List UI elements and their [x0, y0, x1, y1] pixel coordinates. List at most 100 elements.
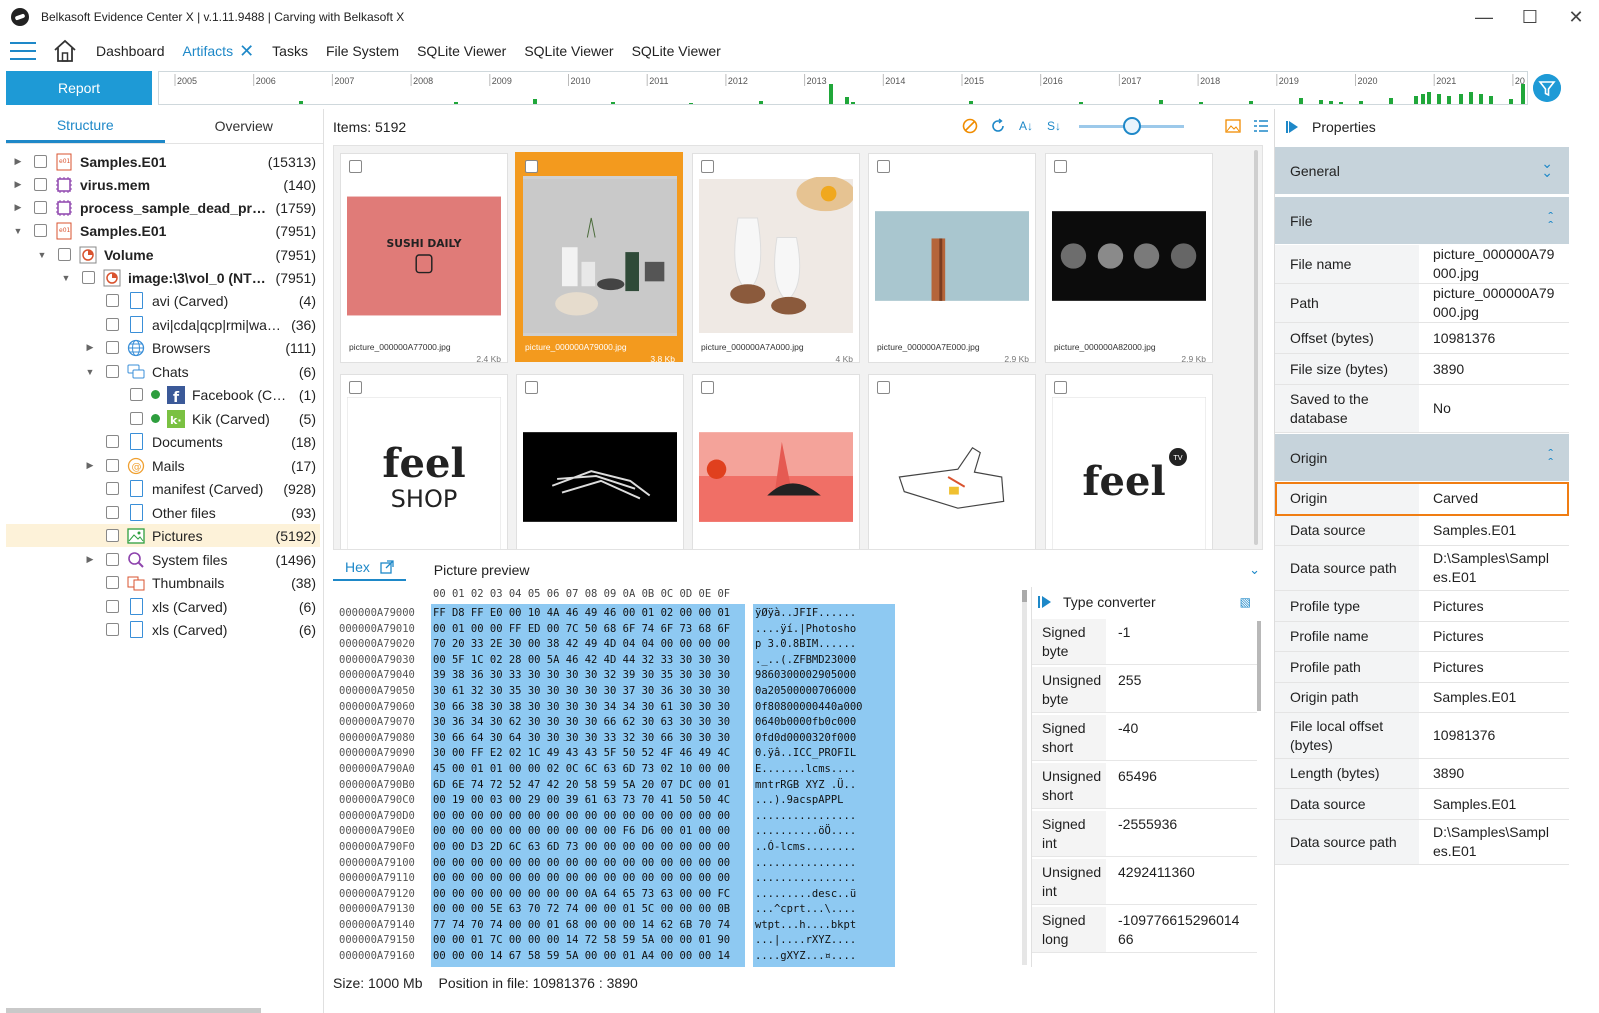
tree-item[interactable]: ▼ e01 Samples.E01 (7951)	[6, 219, 320, 242]
tree-item[interactable]: ▶ Browsers (111)	[6, 336, 320, 359]
checkbox[interactable]	[701, 160, 714, 173]
checkbox[interactable]	[106, 529, 119, 542]
thumbnail-card[interactable]	[692, 374, 860, 549]
tree-item[interactable]: ▶ e01 Samples.E01 (15313)	[6, 150, 320, 173]
checkbox[interactable]	[106, 294, 119, 307]
thumbnail-card[interactable]: picture_000000A7E000.jpg 2.9 Kb	[868, 153, 1036, 364]
checkbox[interactable]	[58, 248, 71, 261]
gallery-scrollbar[interactable]	[1254, 150, 1258, 545]
checkbox[interactable]	[106, 435, 119, 448]
checkbox[interactable]	[106, 482, 119, 495]
checkbox[interactable]	[34, 155, 47, 168]
tree-item[interactable]: xls (Carved) (6)	[6, 595, 320, 618]
close-icon[interactable]: ✕	[1553, 0, 1599, 34]
tree-item[interactable]: ▼ Chats (6)	[6, 360, 320, 383]
thumbnail-card[interactable]: SUSHI DAILY picture_000000A77000.jpg 2.4…	[340, 153, 508, 364]
list-view-icon[interactable]	[1252, 117, 1270, 135]
tab-tasks[interactable]: Tasks	[272, 43, 308, 59]
tab-sqlite-viewer-2[interactable]: SQLite Viewer	[524, 43, 613, 59]
section-general[interactable]: General ⌄ ⌄	[1275, 147, 1569, 194]
tab-overview[interactable]: Overview	[165, 109, 324, 143]
thumbnail-card[interactable]: feel SHOP	[340, 374, 508, 549]
clear-filter-icon[interactable]	[961, 117, 979, 135]
checkbox[interactable]	[106, 553, 119, 566]
section-origin[interactable]: Origin ˆ ˆ	[1275, 434, 1569, 481]
checkbox[interactable]	[34, 178, 47, 191]
minimize-icon[interactable]: —	[1461, 0, 1507, 34]
checkbox[interactable]	[106, 365, 119, 378]
filter-icon[interactable]	[1533, 74, 1561, 102]
tree-item[interactable]: Other files (93)	[6, 501, 320, 524]
checkbox[interactable]	[525, 381, 538, 394]
checkbox[interactable]	[130, 388, 143, 401]
collapse-panel-icon[interactable]	[1286, 121, 1298, 133]
checkbox[interactable]	[106, 341, 119, 354]
tree-item[interactable]: ▼ image:\3\vol_0 (NTFS) (7951)	[6, 266, 320, 289]
expand-arrow-icon[interactable]: ▶	[12, 202, 24, 213]
checkbox[interactable]	[1054, 381, 1067, 394]
type-converter-scrollbar[interactable]	[1257, 621, 1261, 711]
checkbox[interactable]	[877, 160, 890, 173]
tree-item[interactable]: ▶ virus.mem (140)	[6, 173, 320, 196]
tree-item[interactable]: avi|cda|qcp|rmi|wav|... (36)	[6, 313, 320, 336]
tab-file-system[interactable]: File System	[326, 43, 399, 59]
hex-viewer[interactable]: 00 01 02 03 04 05 06 07 08 09 0A 0B 0C 0…	[333, 587, 1028, 967]
timeline[interactable]: 2005 2006 2007 2008 2009 2010 2011 2012 2013 2014…	[158, 71, 1528, 105]
tree-item[interactable]: Documents (18)	[6, 430, 320, 453]
zoom-slider[interactable]	[1079, 116, 1184, 135]
horizontal-scrollbar[interactable]	[6, 1008, 261, 1013]
collapse-arrow-icon[interactable]: ▼	[36, 250, 48, 260]
tab-dashboard[interactable]: Dashboard	[96, 43, 165, 59]
tree-item[interactable]: xls (Carved) (6)	[6, 618, 320, 641]
tab-structure[interactable]: Structure	[6, 109, 165, 143]
thumbnail-card-selected[interactable]: picture_000000A79000.jpg 3.8 Kb	[515, 152, 683, 364]
tab-artifacts[interactable]: Artifacts ✕	[183, 42, 255, 60]
tree-item[interactable]: Thumbnails (38)	[6, 571, 320, 594]
tree-item[interactable]: avi (Carved) (4)	[6, 289, 320, 312]
tab-sqlite-viewer-1[interactable]: SQLite Viewer	[417, 43, 506, 59]
checkbox[interactable]	[106, 506, 119, 519]
tree-item[interactable]: ▼ Volume (7951)	[6, 243, 320, 266]
checkbox[interactable]	[106, 576, 119, 589]
hex-scrollbar[interactable]	[1022, 590, 1027, 965]
tree-item[interactable]: ▶ process_sample_dead_proces...(1759)	[6, 196, 320, 219]
expand-arrow-icon[interactable]: ▶	[84, 554, 96, 565]
home-icon[interactable]	[52, 38, 78, 64]
zoom-slider-thumb[interactable]	[1123, 116, 1141, 135]
checkbox[interactable]	[106, 318, 119, 331]
checkbox[interactable]	[525, 160, 538, 173]
thumbnail-card[interactable]: picture_000000A7A000.jpg 4 Kb	[692, 153, 860, 364]
collapse-arrow-icon[interactable]: ▼	[84, 367, 96, 377]
expand-arrow-icon[interactable]: ▶	[12, 156, 24, 167]
thumbnail-card[interactable]: picture_000000A82000.jpg 2.9 Kb	[1045, 153, 1213, 364]
gallery-view-icon[interactable]	[1224, 117, 1242, 135]
collapse-arrow-icon[interactable]: ▼	[60, 273, 72, 283]
checkbox[interactable]	[34, 201, 47, 214]
checkbox[interactable]	[106, 623, 119, 636]
expand-arrow-icon[interactable]: ▶	[84, 342, 96, 353]
checkbox[interactable]	[1054, 160, 1067, 173]
tree-item[interactable]: manifest (Carved) (928)	[6, 477, 320, 500]
checkbox[interactable]	[349, 160, 362, 173]
checkbox[interactable]	[106, 600, 119, 613]
checkbox[interactable]	[349, 381, 362, 394]
hex-bytes[interactable]: FF D8 FF E0 00 10 4A 46 49 46 00 01 02 0…	[431, 604, 745, 967]
tree-item[interactable]: ▶ System files (1496)	[6, 548, 320, 571]
thumbnail-card[interactable]: feel TV	[1045, 374, 1213, 549]
checkbox[interactable]	[701, 381, 714, 394]
collapse-chevron-icon[interactable]: ⌄	[1249, 562, 1260, 578]
sort-size-icon[interactable]: S↓	[1045, 117, 1063, 135]
tree-item[interactable]: ▶ @ Mails (17)	[6, 454, 320, 477]
report-button[interactable]: Report	[6, 71, 152, 105]
hamburger-menu-icon[interactable]	[10, 42, 36, 60]
expand-arrow-icon[interactable]: ▶	[84, 460, 96, 471]
signal-bars-icon[interactable]: ▧	[1240, 595, 1251, 609]
tab-sqlite-viewer-3[interactable]: SQLite Viewer	[632, 43, 721, 59]
hex-ascii[interactable]: ÿØÿà..JFIF...... ....ÿí.|Photosho p 3.0.…	[753, 604, 895, 967]
tab-hex[interactable]: Hex	[333, 559, 406, 581]
collapse-arrow-icon[interactable]: ▼	[12, 226, 24, 236]
tree-item-pictures[interactable]: Pictures (5192)	[6, 524, 320, 547]
thumbnail-card[interactable]	[516, 374, 684, 549]
checkbox[interactable]	[106, 459, 119, 472]
checkbox[interactable]	[130, 412, 143, 425]
